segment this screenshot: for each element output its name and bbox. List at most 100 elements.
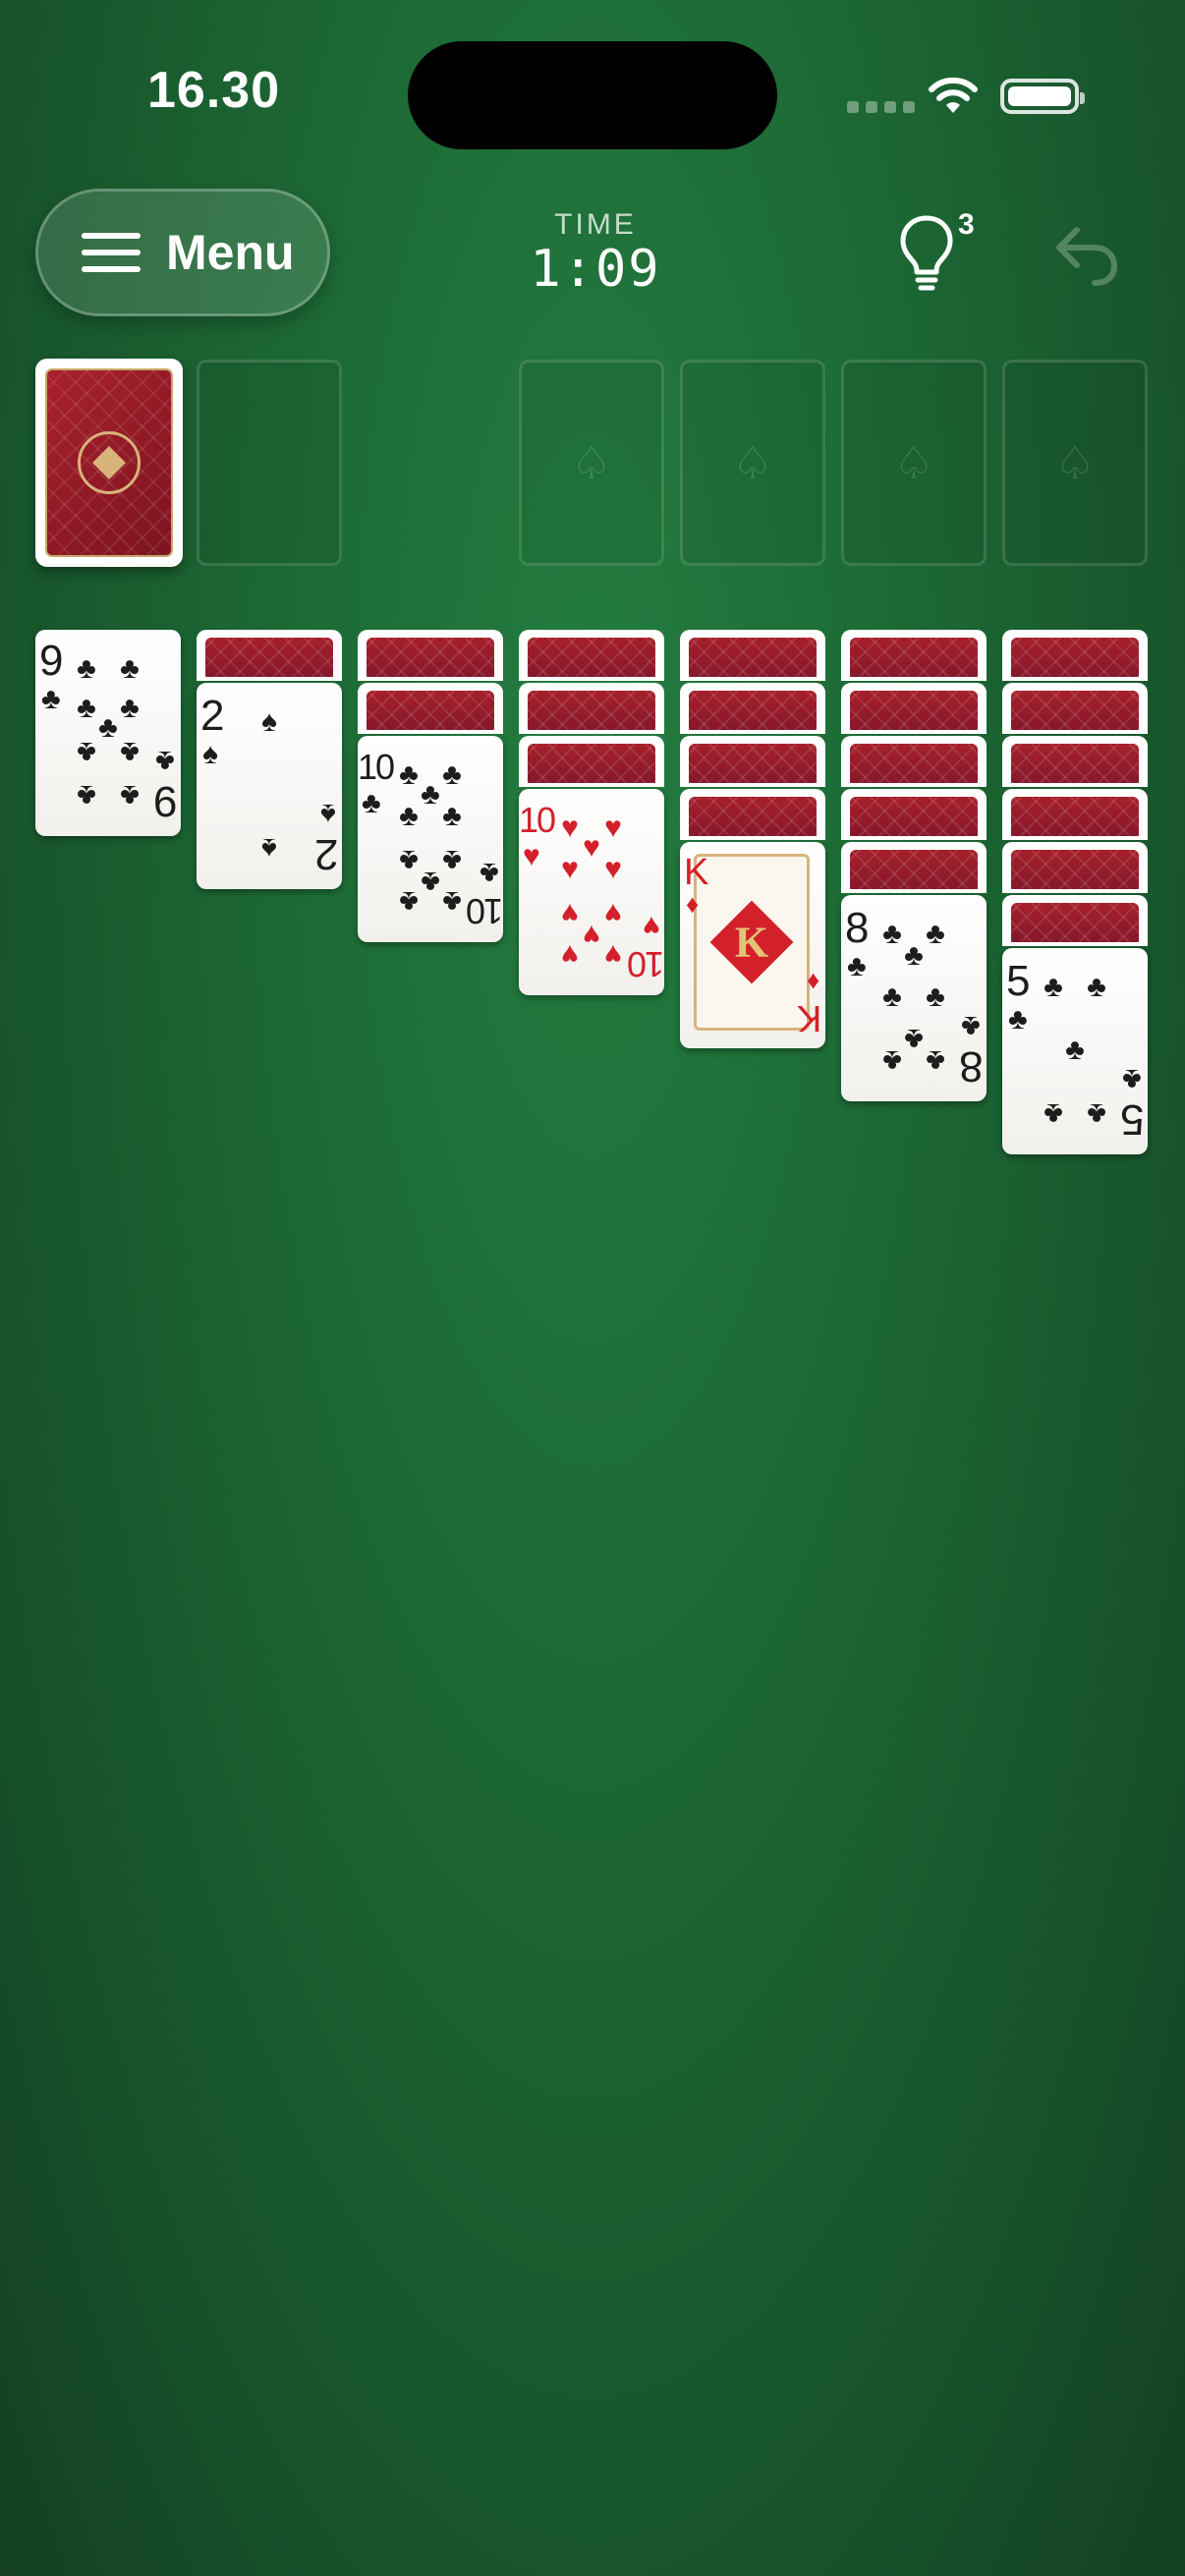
hint-bulb-icon[interactable]: [898, 214, 955, 293]
stock-pile[interactable]: [35, 359, 183, 567]
foundation-slot-3[interactable]: ♤: [841, 360, 987, 566]
club-icon: ♣: [882, 1044, 902, 1077]
heart-icon: ♥: [523, 840, 540, 872]
card-2-spades[interactable]: 2 ♠ ♠ ♠ ♠ 2: [197, 683, 342, 889]
club-icon: ♣: [77, 652, 96, 685]
spade-outline-icon: ♤: [571, 437, 612, 488]
menu-button[interactable]: Menu: [35, 189, 330, 316]
card-rank: K: [796, 997, 821, 1038]
diamond-icon: ♦: [686, 889, 700, 919]
timer-label: TIME: [554, 208, 637, 241]
card-8-clubs[interactable]: 8 ♣ ♣ ♣ ♣ ♣ ♣ ♣ ♣ ♣ ♣ 8: [841, 895, 987, 1101]
card-back-face-down: [841, 736, 987, 787]
card-king-diamonds[interactable]: K K ♦ ♦ K: [680, 842, 825, 1048]
hamburger-icon: [82, 233, 141, 272]
card-rank: 10: [358, 747, 395, 787]
spade-icon: ♠: [320, 798, 336, 830]
card-rank: 2: [313, 830, 338, 878]
wifi-icon: [929, 77, 978, 113]
heart-icon: ♥: [604, 897, 622, 929]
heart-icon: ♥: [561, 812, 579, 844]
club-icon: ♣: [41, 683, 61, 715]
spade-outline-icon: ♤: [893, 437, 934, 488]
club-icon: ♣: [399, 800, 419, 832]
club-icon: ♣: [442, 885, 462, 918]
card-back-face-down: [1002, 842, 1148, 893]
club-icon: ♣: [442, 800, 462, 832]
card-rank: 8: [958, 1042, 983, 1091]
card-rank: K: [684, 852, 709, 893]
card-rank: 10: [467, 891, 503, 931]
status-time: 16.30: [147, 62, 281, 119]
card-back-face-down: [1002, 789, 1148, 840]
club-icon: ♣: [882, 918, 902, 950]
card-10-clubs[interactable]: 10 ♣ ♣ ♣ ♣ ♣ ♣ ♣ ♣ ♣ ♣ ♣ ♣ 10: [358, 736, 503, 942]
card-back-face-down: [519, 736, 664, 787]
foundation-slot-2[interactable]: ♤: [680, 360, 825, 566]
club-icon: ♣: [961, 1010, 981, 1042]
timer-value: 1:09: [530, 240, 661, 299]
club-icon: ♣: [480, 857, 499, 889]
card-rank: 9: [152, 777, 177, 825]
club-icon: ♣: [77, 736, 96, 768]
heart-icon: ♥: [643, 910, 660, 942]
club-icon: ♣: [120, 736, 140, 768]
card-back-face-down: [680, 736, 825, 787]
spade-icon: ♠: [261, 832, 277, 865]
heart-icon: ♥: [583, 831, 600, 864]
club-icon: ♣: [926, 918, 945, 950]
card-back-face-down: [358, 683, 503, 734]
club-icon: ♣: [926, 1044, 945, 1077]
card-back-face-down: [1002, 736, 1148, 787]
card-back-face-down: [358, 630, 503, 681]
card-back-face-down: [680, 683, 825, 734]
club-icon: ♣: [1008, 1003, 1028, 1036]
heart-icon: ♥: [604, 853, 622, 885]
card-9-clubs[interactable]: 9 ♣ ♣ ♣ ♣ ♣ ♣ ♣ ♣ ♣ ♣ ♣ 9: [35, 630, 181, 836]
card-back-face-down: [1002, 630, 1148, 681]
club-icon: ♣: [1087, 971, 1106, 1003]
heart-icon: ♥: [561, 938, 579, 971]
card-rank: 10: [628, 944, 664, 984]
diamond-icon: ♦: [806, 968, 819, 997]
card-rank: 10: [519, 800, 556, 840]
foundation-slot-1[interactable]: ♤: [519, 360, 664, 566]
card-10-hearts[interactable]: 10 ♥ ♥ ♥ ♥ ♥ ♥ ♥ ♥ ♥ ♥ ♥ ♥ 10: [519, 789, 664, 995]
card-back-face-down: [519, 630, 664, 681]
club-icon: ♣: [421, 778, 440, 811]
waste-pile-slot[interactable]: [197, 360, 342, 566]
card-back-face-down: [519, 683, 664, 734]
club-icon: ♣: [77, 692, 96, 724]
card-5-clubs[interactable]: 5 ♣ ♣ ♣ ♣ ♣ ♣ ♣ 5: [1002, 948, 1148, 1154]
card-back-face-down: [1002, 683, 1148, 734]
card-back-face-down: [197, 630, 342, 681]
spade-outline-icon: ♤: [732, 437, 773, 488]
card-back-face-down: [841, 683, 987, 734]
hint-count-badge: 3: [958, 208, 975, 241]
club-icon: ♣: [442, 758, 462, 791]
king-face-art: K: [694, 854, 810, 1031]
card-rank: 9: [39, 637, 64, 685]
club-icon: ♣: [120, 652, 140, 685]
card-back-face-down: [1002, 895, 1148, 946]
club-icon: ♣: [399, 885, 419, 918]
club-icon: ♣: [399, 844, 419, 876]
club-icon: ♣: [1065, 1034, 1085, 1066]
club-icon: ♣: [1044, 971, 1063, 1003]
club-icon: ♣: [98, 711, 118, 744]
club-icon: ♣: [77, 779, 96, 812]
card-back-face-down: [841, 842, 987, 893]
foundation-slot-4[interactable]: ♤: [1002, 360, 1148, 566]
card-back: [45, 368, 173, 557]
card-back-face-down: [841, 789, 987, 840]
club-icon: ♣: [362, 787, 381, 819]
king-letter: K: [734, 918, 769, 967]
menu-label: Menu: [166, 225, 295, 280]
card-back-face-down: [680, 789, 825, 840]
heart-icon: ♥: [583, 919, 600, 951]
card-back-face-down: [680, 630, 825, 681]
club-icon: ♣: [904, 1023, 924, 1055]
undo-icon[interactable]: [1051, 222, 1120, 287]
battery-icon: [1000, 79, 1085, 114]
card-back-face-down: [841, 630, 987, 681]
